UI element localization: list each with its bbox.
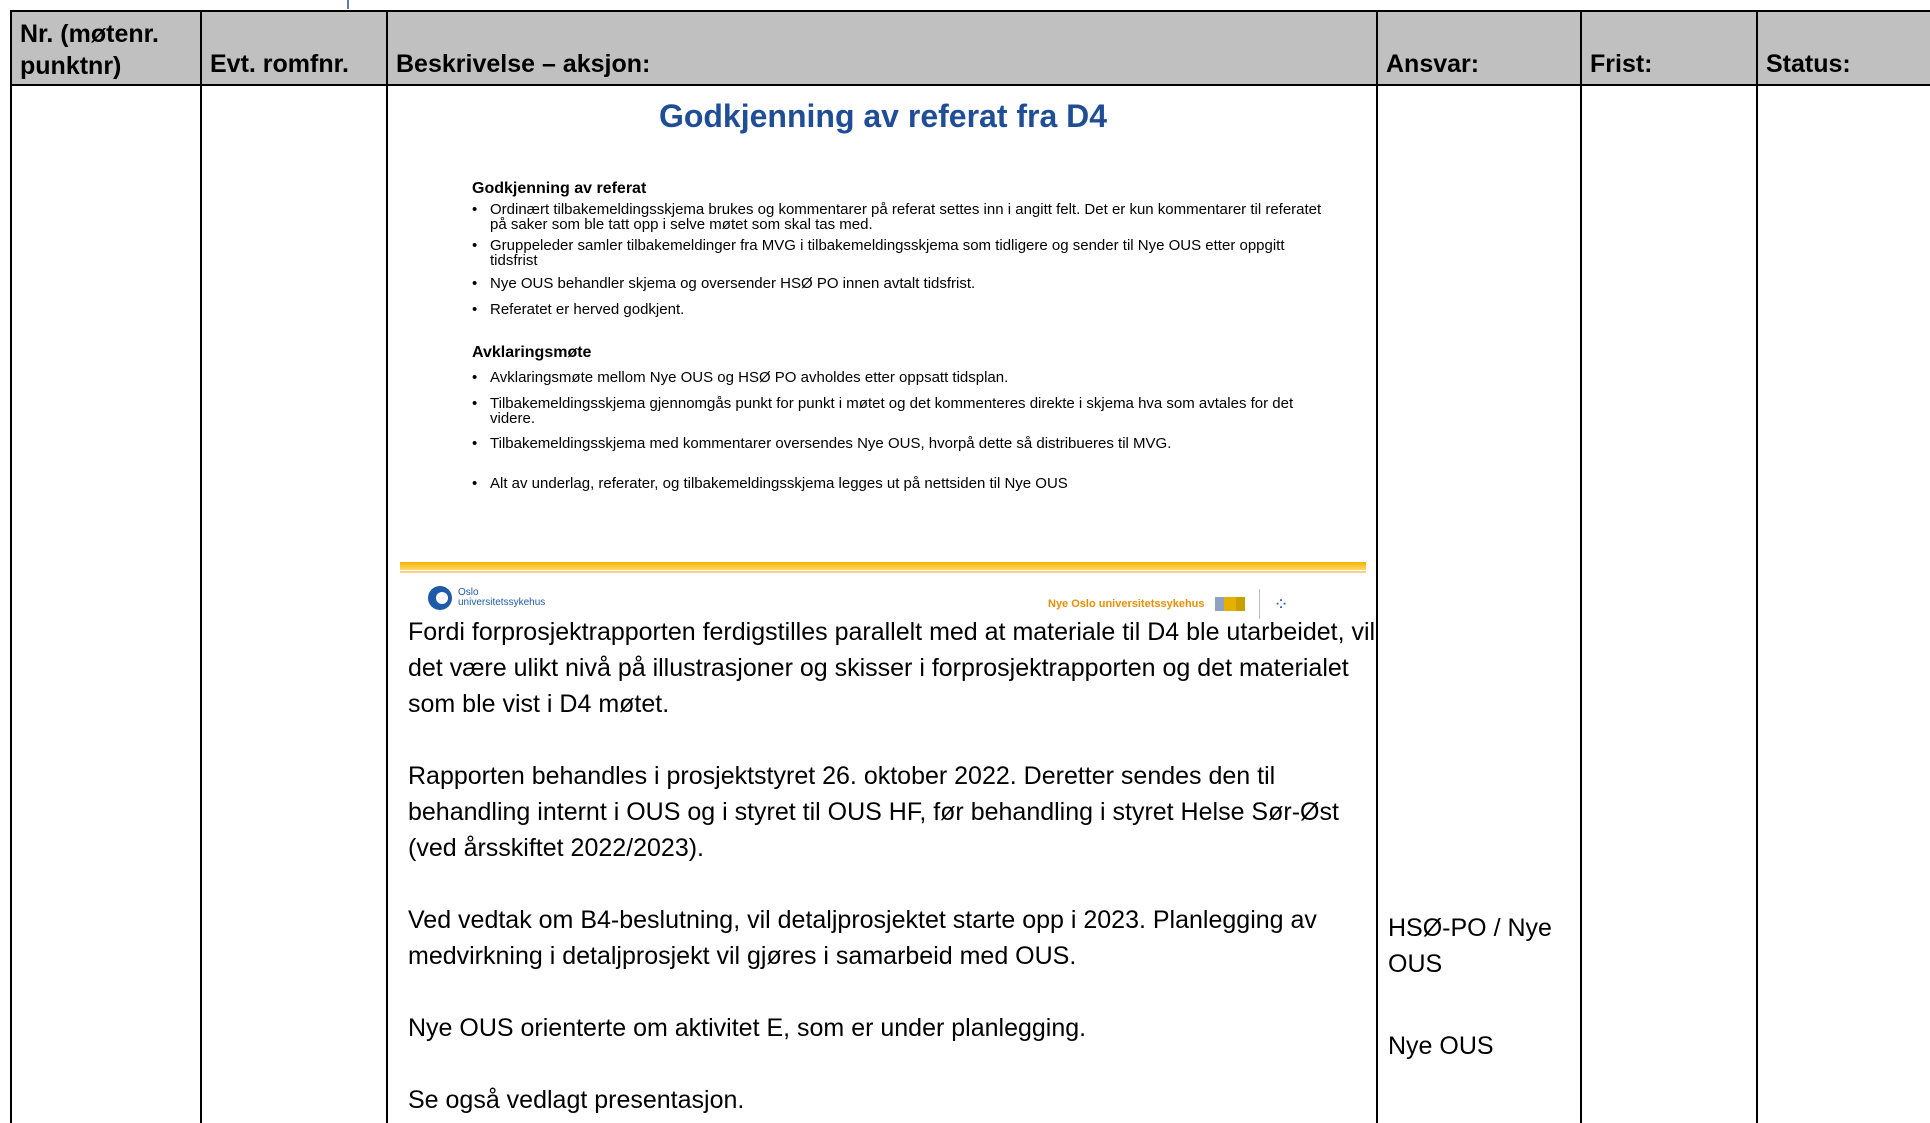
dots-icon: ⁘ (1273, 593, 1289, 614)
paragraph: Ved vedtak om B4-beslutning, vil detaljp… (408, 906, 1317, 970)
building-icon (1214, 597, 1245, 611)
slide-accent-bar (400, 562, 1366, 570)
slide-accent-line (400, 571, 1366, 573)
top-marker (347, 0, 349, 9)
embedded-slide: Godkjenning av referat fra D4 Godkjennin… (400, 86, 1366, 619)
slide-bullet: • Nye OUS behandler skjema og oversender … (472, 275, 976, 292)
slide-bullet: • Alt av underlag, referater, og tilbakem… (472, 475, 1068, 492)
slide-section-title: Avklaringsmøte (472, 344, 592, 361)
header-beskrivelse: Beskrivelse – aksjon: (396, 50, 651, 78)
paragraph: Fordi forprosjektrapporten ferdigstilles… (408, 618, 1376, 718)
nye-ous-logo: Nye Oslo universitetssykehus ⁘ (1048, 589, 1289, 619)
slide-bullet: • Gruppeleder samler tilbakemeldinger fra… (472, 237, 1285, 269)
ous-logo-text: Oslo universitetssykehus (458, 587, 546, 608)
col-divider (386, 12, 388, 1123)
logo-separator (1258, 589, 1260, 619)
paragraph: Se også vedlagt presentasjon. (408, 1086, 745, 1114)
paragraph: Rapporten behandles i prosjektstyret 26.… (408, 762, 1339, 862)
table-header: Nr. (møtenr. punktnr) Evt. romfnr. Beskr… (12, 12, 1930, 86)
header-status: Status: (1766, 50, 1851, 78)
header-ansvar: Ansvar: (1386, 50, 1480, 78)
slide-section-title: Godkjenning av referat (472, 180, 647, 197)
slide-bullet: • Referatet er herved godkjent. (472, 301, 685, 318)
col-divider (1756, 12, 1758, 1123)
ous-logo: Oslo universitetssykehus (428, 586, 545, 610)
slide-bullet: • Ordinært tilbakemeldingsskjema brukes o… (472, 201, 1322, 233)
slide-bullet: • Avklaringsmøte mellom Nye OUS og HSØ PO… (472, 369, 1009, 386)
ansvar-value: HSØ-PO / Nye OUS (1388, 914, 1552, 978)
ansvar-value: Nye OUS (1388, 1032, 1494, 1060)
description-cell: Godkjenning av referat fra D4 Godkjennin… (398, 86, 1378, 1118)
slide-bullet: • Tilbakemeldingsskjema gjennomgås punkt … (472, 395, 1294, 427)
header-romfnr: Evt. romfnr. (210, 50, 349, 78)
paragraph: Nye OUS orienterte om aktivitet E, som e… (408, 1014, 1087, 1042)
header-frist: Frist: (1590, 50, 1653, 78)
ous-logo-icon (428, 586, 452, 610)
nye-ous-logo-text: Nye Oslo universitetssykehus (1048, 598, 1205, 610)
header-nr: Nr. (møtenr. punktnr) (20, 20, 159, 80)
slide-bullet: • Tilbakemeldingsskjema med kommentarer o… (472, 435, 1172, 452)
slide-title: Godkjenning av referat fra D4 (658, 98, 1108, 134)
minutes-table: Nr. (møtenr. punktnr) Evt. romfnr. Beskr… (10, 10, 1930, 1123)
col-divider (1580, 12, 1582, 1123)
col-divider (200, 12, 202, 1123)
